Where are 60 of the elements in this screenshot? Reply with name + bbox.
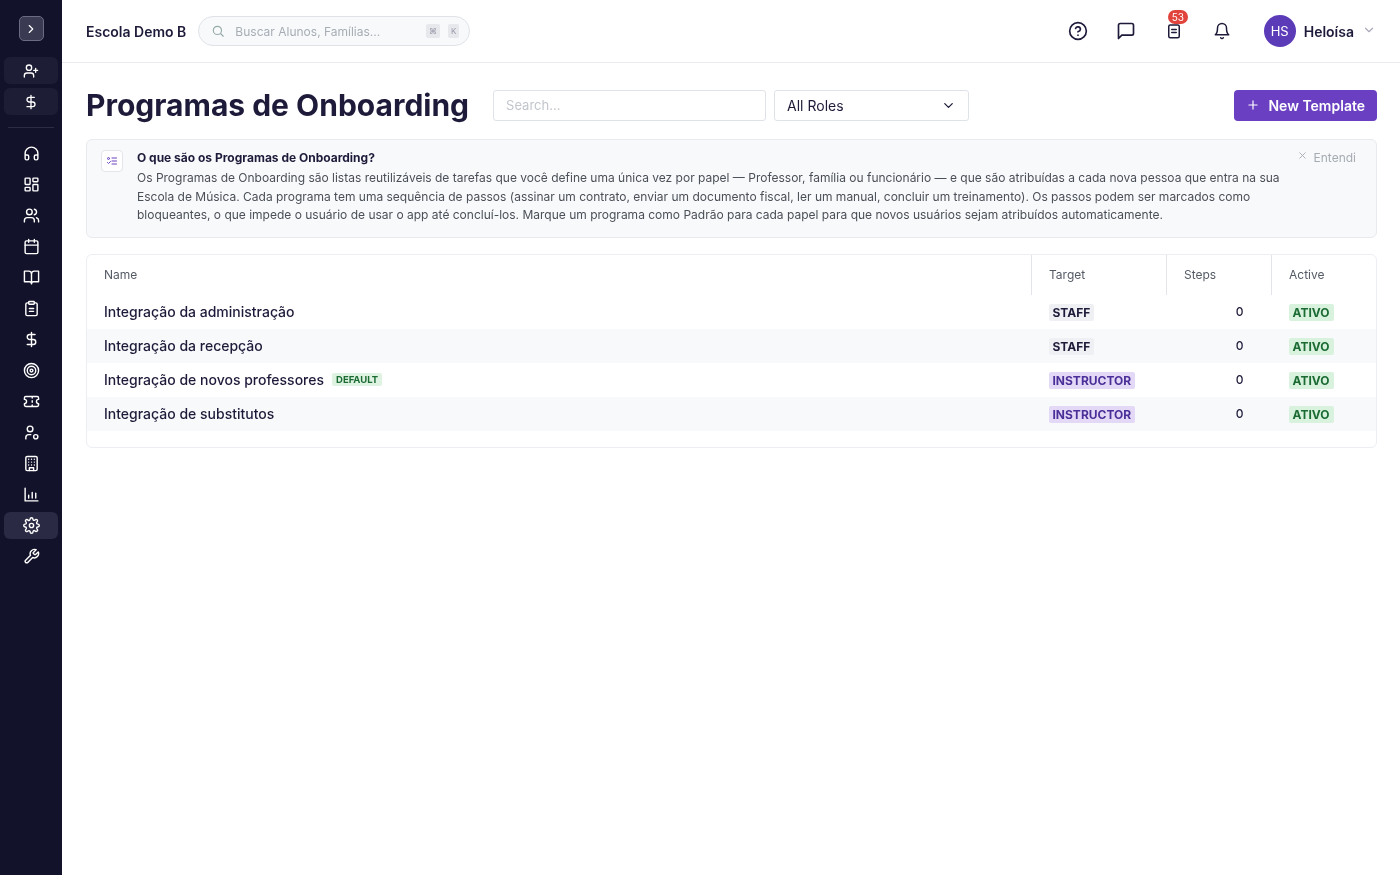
quick-action-button[interactable] xyxy=(4,57,58,84)
wrench-icon xyxy=(22,548,40,565)
steps-count: 0 xyxy=(1235,372,1244,387)
status-badge: ATIVO xyxy=(1288,338,1334,355)
steps-count: 0 xyxy=(1235,338,1244,353)
school-name: Escola Demo B xyxy=(86,22,187,40)
book-icon xyxy=(22,269,40,286)
ticket-icon xyxy=(22,393,40,410)
target-badge: STAFF xyxy=(1048,304,1095,321)
bell-icon xyxy=(1212,22,1231,40)
status-badge: ATIVO xyxy=(1288,304,1334,321)
template-name: Integração da recepção xyxy=(104,337,263,354)
clipboard-icon xyxy=(22,300,40,317)
user-menu[interactable]: HS Heloísa xyxy=(1263,15,1376,47)
target-icon xyxy=(22,362,40,379)
settings-icon xyxy=(22,517,40,534)
role-filter-dropdown[interactable]: All Roles xyxy=(774,89,970,121)
info-text: Os Programas de Onboarding são listas reutilizáveis de tarefas que você define uma única vez por papel — Professor, família ou funcionário — e que são atribuídas a cada nova pessoa que entra na sua Escola de Música. Cada programa tem uma sequência de passos (assinar um contrato, enviar um documento fiscal, ler um manual, concluir um treinamento). Os passos podem ser marcados como bloqueantes, o que impede o usuário de usar o app até concluí-los. Marque um programa como Padrão para cada papel para que novos usuários sejam atribuídos automaticamente. xyxy=(137,169,1281,224)
sidebar-item[interactable] xyxy=(4,512,58,539)
status-badge: ATIVO xyxy=(1288,372,1334,389)
chat-icon xyxy=(1115,21,1136,41)
user-name: Heloísa xyxy=(1303,22,1354,40)
column-header: Name xyxy=(104,267,138,282)
global-search-field[interactable]: Buscar Alunos, Famílias... xyxy=(233,22,418,40)
quick-action-button[interactable] xyxy=(4,88,58,115)
keyboard-key: ⌘ xyxy=(425,24,440,38)
default-badge: DEFAULT xyxy=(332,373,383,386)
target-badge: STAFF xyxy=(1048,338,1095,355)
headset-icon xyxy=(22,145,40,162)
template-name: Integração de substitutos xyxy=(104,405,275,422)
dashboard-icon xyxy=(22,176,40,193)
plus-icon xyxy=(1246,98,1261,112)
template-name: Integração de novos professores xyxy=(104,371,324,388)
column-header: Target xyxy=(1049,267,1086,282)
checklist-icon xyxy=(106,155,118,167)
info-title: O que são os Programas de Onboarding? xyxy=(137,150,376,165)
template-name: Integração da administração xyxy=(104,303,295,320)
status-badge: ATIVO xyxy=(1288,406,1334,423)
user-plus-icon xyxy=(23,62,39,79)
steps-count: 0 xyxy=(1235,406,1244,421)
column-header: Steps xyxy=(1184,267,1217,282)
close-icon xyxy=(1296,150,1308,161)
help-icon xyxy=(1067,21,1088,41)
dollar-icon xyxy=(23,93,39,110)
avatar: HS xyxy=(1263,15,1296,47)
page-title: Programas de Onboarding xyxy=(86,87,470,123)
bar-chart-icon xyxy=(22,486,40,503)
steps-count: 0 xyxy=(1235,304,1244,319)
search-icon xyxy=(211,24,226,38)
keyboard-key: K xyxy=(448,24,460,38)
new-template-button[interactable]: New Template xyxy=(1234,89,1377,121)
column-header: Active xyxy=(1289,267,1325,282)
notification-count: 53 xyxy=(1167,10,1188,24)
users-icon xyxy=(22,207,40,224)
building-icon xyxy=(22,455,40,472)
expand-sidebar-button[interactable] xyxy=(18,16,44,41)
target-badge: INSTRUCTOR xyxy=(1048,372,1136,389)
search-field[interactable]: Search... xyxy=(493,89,767,121)
target-badge: INSTRUCTOR xyxy=(1048,406,1136,423)
calendar-icon xyxy=(22,238,40,255)
